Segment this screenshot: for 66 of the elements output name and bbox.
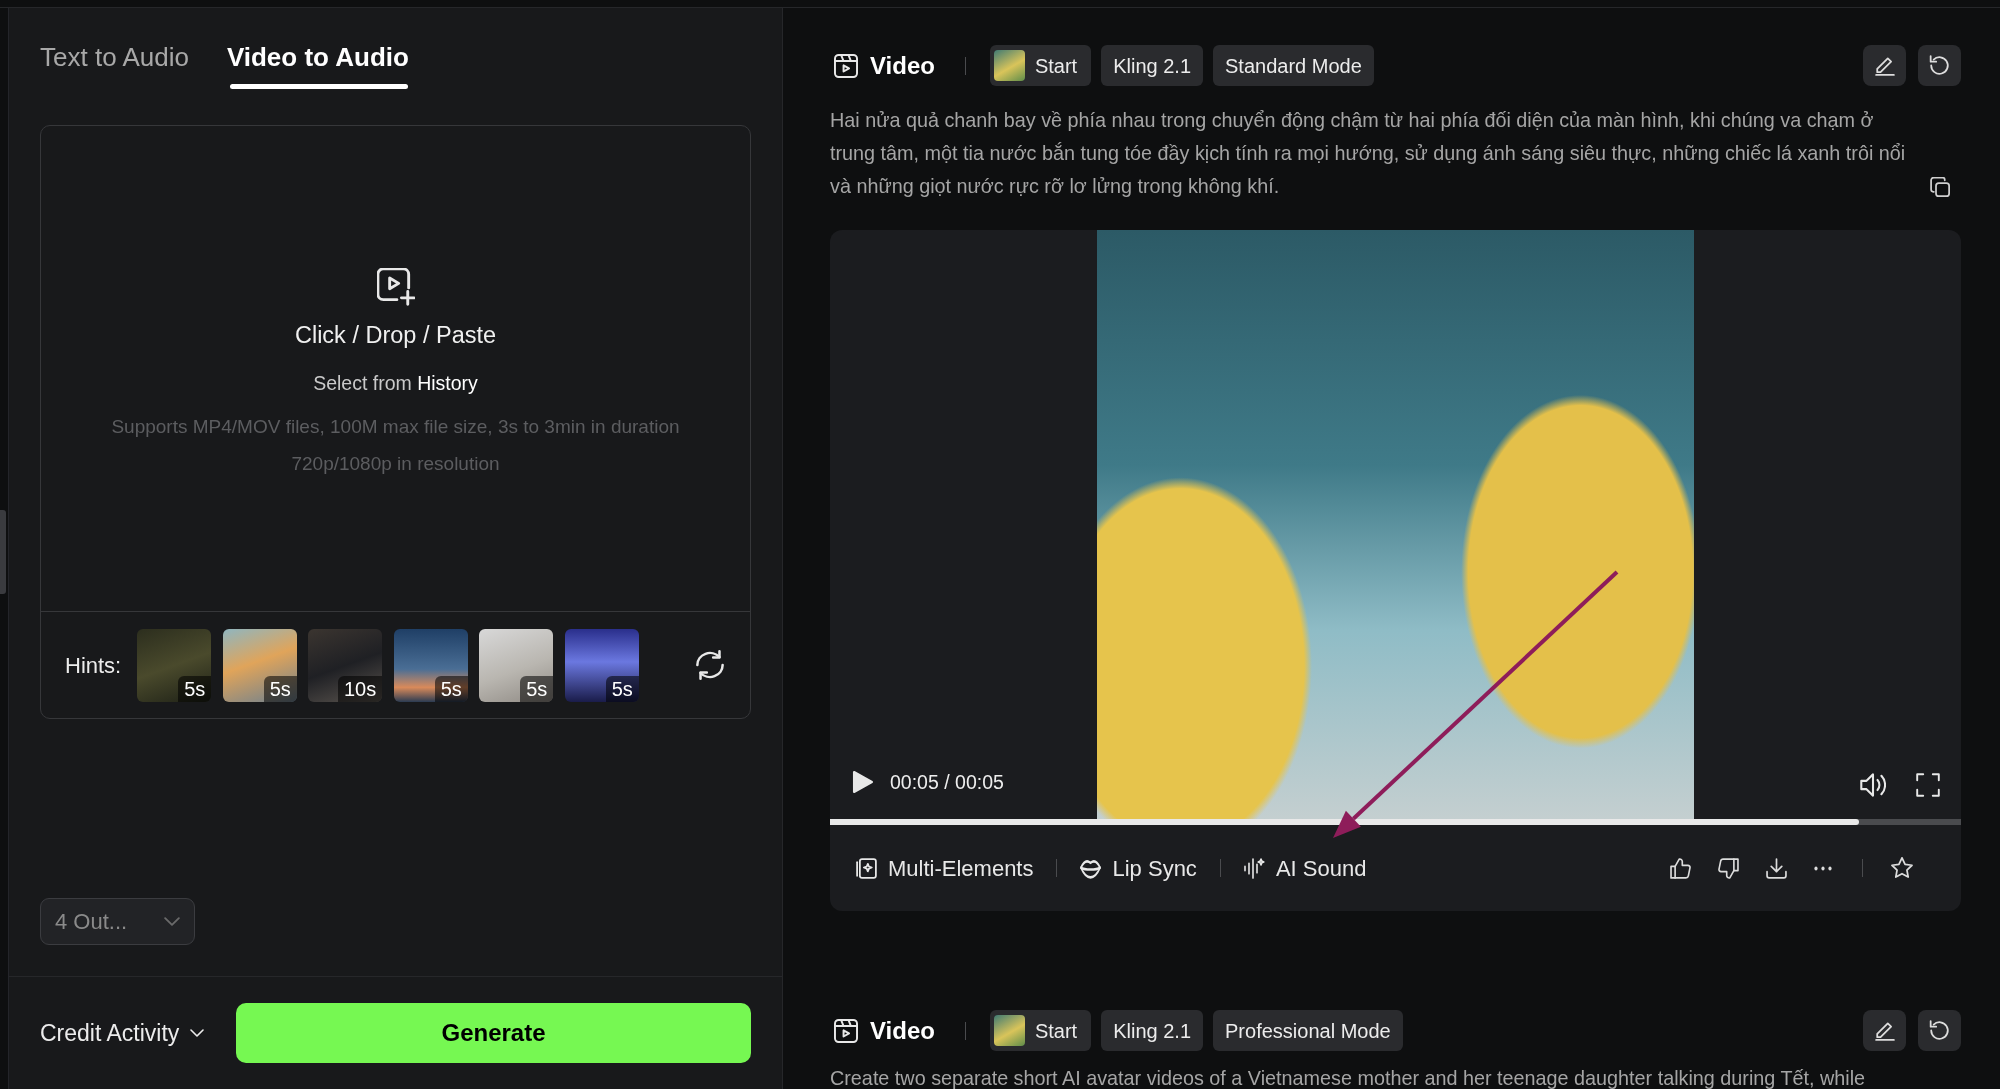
- select-from-text: Select from History: [313, 370, 478, 395]
- tab[interactable]: Video to Audio: [226, 42, 409, 89]
- lip-sync-button[interactable]: Lip Sync: [1080, 851, 1197, 885]
- mode-tag: Professional Mode: [1213, 1010, 1403, 1051]
- video-plus-icon[interactable]: [376, 267, 415, 306]
- scrollbar-thumb[interactable]: [0, 510, 6, 594]
- duration-label: 5s: [520, 675, 554, 702]
- rotate-arrow-icon: [1929, 55, 1950, 76]
- hint-photo-placeholder[interactable]: 5s: [393, 628, 468, 702]
- ai-sound-button[interactable]: AI Sound: [1243, 851, 1367, 885]
- pencil-icon: [1874, 55, 1895, 76]
- model-tag: Kling 2.1: [1101, 45, 1203, 86]
- reset-button[interactable]: [1918, 45, 1961, 86]
- thumbs-down-icon[interactable]: [1718, 857, 1739, 879]
- upload-instructions: Click / Drop / Paste: [294, 320, 497, 350]
- layered-card-icon: [856, 857, 877, 879]
- hint-photo-placeholder[interactable]: 10s: [308, 628, 383, 702]
- copy-icon[interactable]: [1930, 177, 1950, 197]
- chevron-down-icon: [164, 917, 180, 926]
- model-tag: Kling 2.1: [1101, 1010, 1203, 1051]
- duration-label: 10s: [338, 675, 383, 702]
- hint-photo-placeholder[interactable]: 5s: [564, 628, 639, 702]
- section-title: Video: [870, 50, 935, 81]
- reset-button[interactable]: [1918, 1010, 1961, 1051]
- start-frame-tag[interactable]: Start: [989, 45, 1092, 86]
- hint-photo-placeholder[interactable]: 5s: [479, 628, 554, 702]
- more-icon[interactable]: [1814, 865, 1832, 871]
- pencil-icon: [1874, 1020, 1895, 1041]
- download-icon[interactable]: [1766, 857, 1787, 879]
- star-icon[interactable]: [1891, 857, 1913, 879]
- duration-label: 5s: [178, 675, 212, 702]
- play-icon[interactable]: [852, 770, 874, 795]
- duration-label: 5s: [434, 675, 468, 702]
- lips-icon: [1080, 857, 1102, 879]
- hint-photo-placeholder[interactable]: 5s: [137, 628, 212, 702]
- multi-elements-button[interactable]: Multi-Elements: [856, 851, 1034, 885]
- format-note: Supports MP4/MOV files, 100M max file size, 3s to 3min in duration: [111, 414, 680, 439]
- duration-label: 5s: [263, 675, 297, 702]
- tab[interactable]: Text to Audio: [40, 42, 189, 89]
- refresh-icon[interactable]: [695, 650, 725, 680]
- thumbs-up-icon[interactable]: [1670, 857, 1691, 879]
- photo-placeholder: [993, 50, 1025, 81]
- start-frame-tag[interactable]: Start: [989, 1010, 1092, 1051]
- mode-tag: Standard Mode: [1213, 45, 1374, 86]
- edit-button[interactable]: [1863, 45, 1906, 86]
- hints-label: Hints:: [65, 651, 122, 680]
- generate-button[interactable]: Generate: [236, 1003, 751, 1063]
- edit-button[interactable]: [1863, 1010, 1906, 1051]
- time-display: 00:05 / 00:05: [890, 769, 1004, 795]
- hint-photo-placeholder[interactable]: 5s: [222, 628, 297, 702]
- section-title: Video: [870, 1015, 935, 1046]
- rotate-arrow-icon: [1929, 1020, 1950, 1041]
- photo-placeholder: [993, 1015, 1025, 1046]
- history-link[interactable]: History: [417, 371, 478, 394]
- sound-wave-icon: [1243, 857, 1265, 879]
- format-note: 720p/1080p in resolution: [290, 451, 501, 476]
- prompt-text: Hai nửa quả chanh bay về phía nhau trong chuyển động chậm từ hai phía đối diện của màn hình, khi chúng va chạm ở trung tâm, một tia nước bắn tung tóe đầy kịch tính ra mọi hướng, sử dụng ánh sáng siêu thực, những chiếc lá xanh trôi nổi và những giọt nước rực rỡ lơ lửng trong không khí.: [830, 108, 1907, 199]
- credit-activity-dropdown[interactable]: Credit Activity: [40, 1015, 205, 1051]
- prompt-text: Create two separate short AI avatar videos of a Vietnamese mother and her teenage daughter talking during Tết, while: [830, 1067, 1867, 1089]
- video-icon: [834, 1018, 858, 1043]
- chevron-down-icon: [190, 1029, 205, 1037]
- duration-label: 5s: [605, 675, 639, 702]
- output-count-select[interactable]: 4 Out...: [40, 898, 195, 945]
- fullscreen-icon[interactable]: [1916, 773, 1940, 797]
- volume-icon[interactable]: [1860, 773, 1886, 797]
- video-icon: [834, 53, 858, 78]
